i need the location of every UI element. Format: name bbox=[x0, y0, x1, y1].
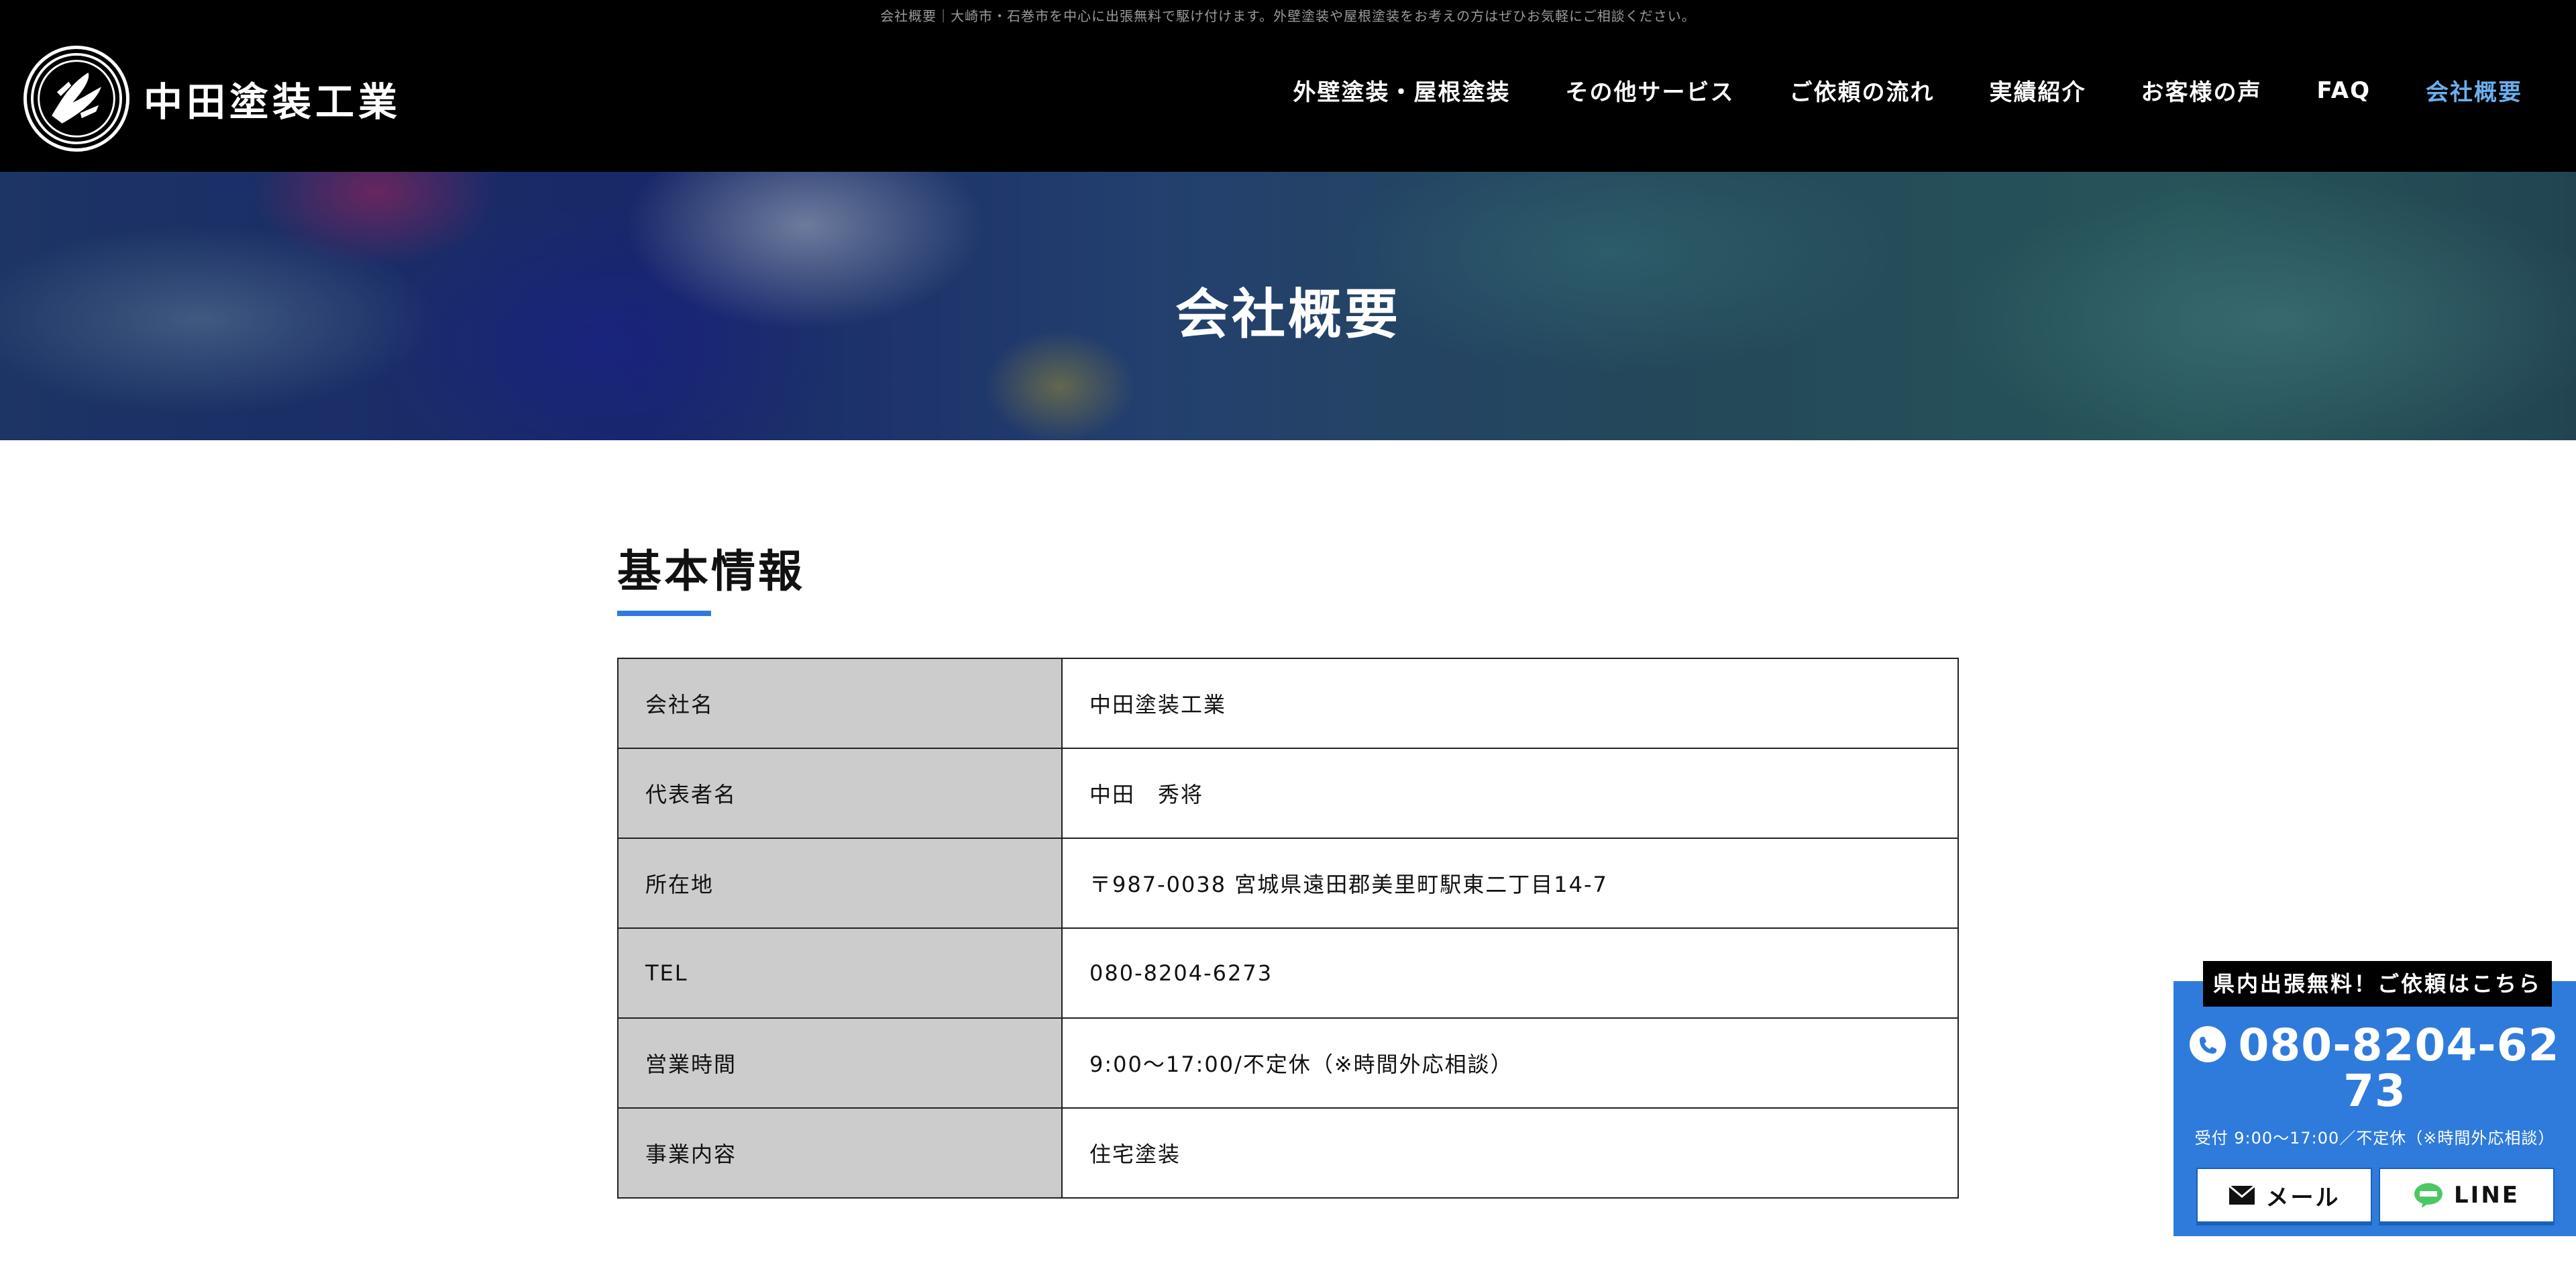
header-tagline: 会社概要｜大崎市・石巻市を中心に出張無料で駆け付けます。外壁塗装や屋根塗装をお考… bbox=[880, 8, 1696, 24]
table-row: 事業内容 住宅塗装 bbox=[617, 1107, 1959, 1199]
row-label: 所在地 bbox=[617, 838, 1063, 929]
section-underline bbox=[617, 611, 711, 616]
row-label: TEL bbox=[617, 927, 1063, 1019]
nav-item-painting[interactable]: 外壁塗装・屋根塗装 bbox=[1293, 74, 1510, 107]
row-value: 080-8204-6273 bbox=[1061, 927, 1959, 1019]
row-value: 9:00〜17:00/不定休（※時間外応相談） bbox=[1061, 1017, 1959, 1109]
row-value: 中田 秀将 bbox=[1061, 748, 1959, 839]
phone-link[interactable]: 080-8204-62 73 bbox=[2174, 1023, 2576, 1114]
nav-item-other-services[interactable]: その他サービス bbox=[1565, 74, 1734, 107]
nav-item-voices[interactable]: お客様の声 bbox=[2141, 74, 2261, 107]
nav-item-company[interactable]: 会社概要 bbox=[2426, 74, 2522, 107]
logo-text: 中田塗装工業 bbox=[144, 79, 402, 125]
line-icon bbox=[2414, 1182, 2443, 1209]
line-button-label: LINE bbox=[2454, 1182, 2520, 1209]
widget-hours: 受付 9:00〜17:00／不定休（※時間外応相談） bbox=[2194, 1129, 2555, 1148]
mail-button[interactable]: メール bbox=[2196, 1168, 2372, 1223]
company-info-table: 会社名 中田塗装工業 代表者名 中田 秀将 所在地 〒987-0038 宮城県遠… bbox=[617, 658, 1959, 1199]
widget-badge: 県内出張無料！ご依頼はこちら bbox=[2203, 961, 2552, 1007]
logo-brush-icon bbox=[27, 49, 126, 148]
row-value: 中田塗装工業 bbox=[1061, 658, 1959, 749]
phone-number-part2: 73 bbox=[2343, 1065, 2406, 1117]
mail-icon bbox=[2228, 1185, 2255, 1205]
phone-icon bbox=[2190, 1025, 2226, 1062]
row-value: 住宅塗装 bbox=[1061, 1107, 1959, 1199]
nav-item-faq[interactable]: FAQ bbox=[2316, 77, 2371, 104]
mail-button-label: メール bbox=[2265, 1184, 2341, 1211]
nav-item-works[interactable]: 実績紹介 bbox=[1989, 74, 2086, 107]
phone-number-part1: 080-8204-62 bbox=[2238, 1019, 2560, 1071]
table-row: 営業時間 9:00〜17:00/不定休（※時間外応相談） bbox=[617, 1017, 1959, 1109]
nav-item-flow[interactable]: ご依頼の流れ bbox=[1789, 74, 1934, 107]
table-row: TEL 080-8204-6273 bbox=[617, 927, 1959, 1019]
page-title: 会社概要 bbox=[1175, 283, 1401, 346]
main-nav: 外壁塗装・屋根塗装 その他サービス ご依頼の流れ 実績紹介 お客様の声 FAQ … bbox=[1293, 74, 2522, 107]
row-label: 事業内容 bbox=[617, 1107, 1063, 1199]
row-label: 営業時間 bbox=[617, 1017, 1063, 1109]
section-heading: 基本情報 bbox=[617, 546, 805, 597]
hero-banner: 会社概要 bbox=[0, 172, 2576, 440]
table-row: 所在地 〒987-0038 宮城県遠田郡美里町駅東二丁目14-7 bbox=[617, 838, 1959, 929]
table-row: 代表者名 中田 秀将 bbox=[617, 748, 1959, 839]
line-button[interactable]: LINE bbox=[2379, 1168, 2555, 1223]
table-row: 会社名 中田塗装工業 bbox=[617, 658, 1959, 749]
site-header: 会社概要｜大崎市・石巻市を中心に出張無料で駆け付けます。外壁塗装や屋根塗装をお考… bbox=[0, 0, 2576, 172]
contact-widget: 県内出張無料！ご依頼はこちら 080-8204-62 73 受付 9:00〜17… bbox=[2174, 961, 2576, 1236]
row-label: 代表者名 bbox=[617, 748, 1063, 839]
site-logo[interactable]: 中田塗装工業 bbox=[27, 48, 401, 149]
row-label: 会社名 bbox=[617, 658, 1063, 749]
widget-buttons: メール LINE bbox=[2196, 1168, 2555, 1223]
row-value: 〒987-0038 宮城県遠田郡美里町駅東二丁目14-7 bbox=[1061, 838, 1959, 929]
